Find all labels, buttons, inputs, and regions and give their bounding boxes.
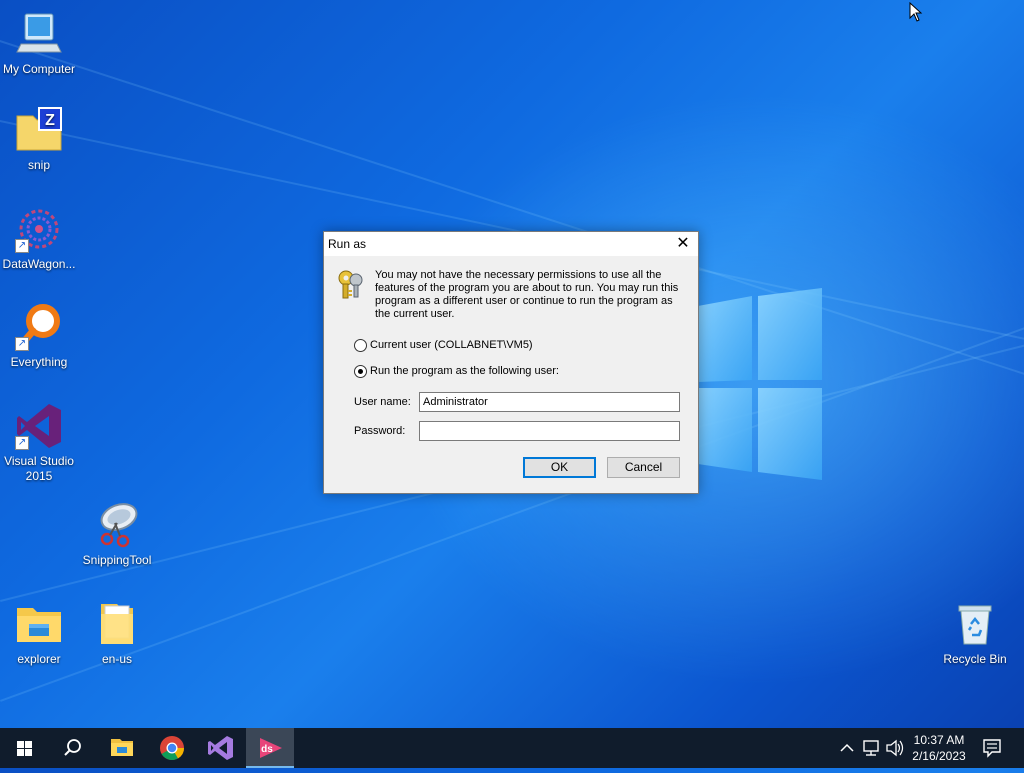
taskbar-visual-studio[interactable]: [197, 728, 245, 768]
search-icon: [64, 739, 81, 756]
desktop-icon-explorer[interactable]: explorer: [0, 600, 78, 667]
radio-button-selected[interactable]: [354, 365, 367, 378]
dialog-title: Run as: [328, 237, 367, 251]
visual-studio-icon: [208, 736, 233, 760]
taskbar-file-explorer[interactable]: [98, 728, 146, 768]
desktop-icon-label: SnippingTool: [82, 553, 152, 567]
taskbar-chrome[interactable]: [148, 728, 196, 768]
desktop-icon-label: snip: [27, 158, 50, 172]
desktop-icon-label: Visual Studio 2015: [4, 454, 74, 483]
document-folder-icon: [93, 600, 141, 648]
username-field[interactable]: Administrator: [419, 392, 680, 412]
file-explorer-icon: [111, 739, 133, 756]
recycle-bin-icon: [951, 600, 999, 648]
mouse-cursor-icon: [909, 2, 923, 22]
desktop-icon-label: Everything: [10, 355, 68, 369]
svg-text:ds: ds: [261, 744, 273, 755]
desktop-icon-label: explorer: [17, 652, 61, 666]
desktop-icon-visual-studio[interactable]: ↗ Visual Studio 2015: [0, 402, 78, 484]
desktop-icon-en-us[interactable]: en-us: [78, 600, 156, 667]
windows-wallpaper-logo: [698, 288, 822, 480]
datawagon-icon: ↗: [15, 205, 63, 253]
radio-current-user-label: Current user (COLLABNET\VM5): [370, 339, 533, 351]
taskbar-clock[interactable]: 10:37 AM 2/16/2023: [906, 732, 972, 764]
clock-date: 2/16/2023: [912, 749, 966, 763]
everything-search-icon: ↗: [15, 303, 63, 351]
volume-control[interactable]: [883, 728, 905, 768]
notification-icon: [983, 739, 1001, 758]
desktop-icon-label: My Computer: [2, 62, 76, 76]
show-hidden-icons-button[interactable]: [836, 728, 858, 768]
computer-icon: [15, 10, 63, 58]
network-icon: [863, 740, 879, 756]
username-label: User name:: [354, 396, 411, 408]
taskbar: ds 10:37 AM 2/16/2023: [0, 728, 1024, 768]
shortcut-arrow-icon: ↗: [15, 239, 29, 253]
network-status[interactable]: [859, 728, 883, 768]
radio-following-user[interactable]: Run the program as the following user:: [354, 364, 654, 380]
keys-icon: [335, 268, 367, 300]
clock-time: 10:37 AM: [913, 733, 965, 747]
desktop-icon-my-computer[interactable]: My Computer: [0, 10, 78, 77]
shortcut-arrow-icon: ↗: [15, 436, 29, 450]
shortcut-arrow-icon: ↗: [15, 337, 29, 351]
password-field[interactable]: [419, 421, 680, 441]
desktop-icon-everything[interactable]: ↗ Everything: [0, 303, 78, 370]
chrome-icon: [160, 736, 184, 761]
search-button[interactable]: [48, 728, 96, 768]
radio-button[interactable]: [354, 339, 367, 352]
start-button[interactable]: [0, 728, 48, 768]
datastation-icon: ds: [260, 738, 282, 758]
desktop-icon-label: Recycle Bin: [943, 652, 1007, 666]
start-icon: [17, 741, 32, 756]
desktop-icon-snipping-tool[interactable]: SnippingTool: [78, 501, 156, 568]
radio-current-user[interactable]: Current user (COLLABNET\VM5): [354, 338, 654, 354]
run-as-dialog: Run as ✕ You may not have the necessary …: [323, 231, 699, 494]
desktop-icon-datawagon[interactable]: ↗ DataWagon...: [0, 205, 78, 272]
permission-message: You may not have the necessary permissio…: [375, 269, 679, 320]
chevron-up-icon: [840, 743, 854, 752]
radio-following-user-label: Run the program as the following user:: [370, 365, 559, 377]
desktop-icon-snip[interactable]: Z snip: [0, 106, 78, 173]
desktop-icon-label: en-us: [101, 652, 133, 666]
password-label: Password:: [354, 425, 406, 437]
speaker-icon: [886, 739, 904, 757]
desktop-icon-recycle-bin[interactable]: Recycle Bin: [936, 600, 1014, 667]
svg-text:Z: Z: [45, 112, 55, 129]
close-icon[interactable]: ✕: [668, 232, 698, 256]
action-center-button[interactable]: [978, 728, 1006, 768]
desktop-icon-label: DataWagon...: [2, 257, 76, 271]
ok-button[interactable]: OK: [523, 457, 596, 478]
taskbar-datastation[interactable]: ds: [246, 728, 294, 768]
snipping-tool-icon: [93, 501, 141, 549]
explorer-folder-icon: [15, 600, 63, 648]
folder-zip-icon: Z: [15, 106, 63, 154]
cancel-button[interactable]: Cancel: [607, 457, 680, 478]
visual-studio-icon: ↗: [15, 402, 63, 450]
dialog-titlebar[interactable]: Run as ✕: [324, 232, 698, 256]
